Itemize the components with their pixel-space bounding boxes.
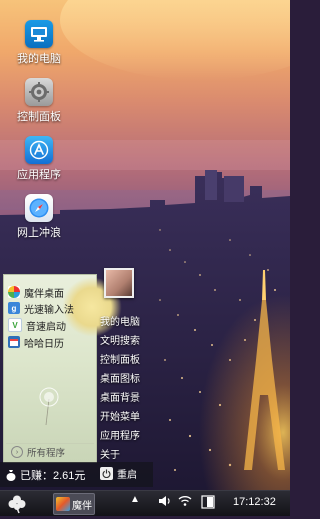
arrow-right-icon: › (11, 446, 23, 458)
link-my-computer[interactable]: 我的电脑 (100, 313, 140, 328)
tray-expand-icon[interactable]: ▲ (130, 494, 140, 505)
taskbar-item-moban[interactable]: 魔伴 (53, 493, 95, 515)
earnings-label: 已赚：2.61元 (20, 470, 86, 482)
program-label: 音速启动 (26, 321, 66, 333)
v-launch-icon: V (8, 318, 22, 332)
app-store-icon (25, 136, 53, 164)
start-menu: 魔伴桌面 g 光速输入法 V 音速启动 哈哈日历 › 所有程序 我的电脑 文明搜… (0, 268, 153, 490)
link-desktop-background[interactable]: 桌面背景 (100, 389, 140, 404)
taskbar-item-label: 魔伴 (72, 500, 92, 512)
settings-icon (25, 78, 53, 106)
dandelion-decoration (39, 387, 59, 425)
desktop-icon-label: 网上冲浪 (17, 227, 61, 239)
program-label: 光速输入法 (24, 304, 74, 316)
start-menu-footer: 已赚：2.61元 重启 (0, 462, 153, 487)
desktop-icon-applications[interactable]: 应用程序 (9, 136, 69, 182)
link-applications[interactable]: 应用程序 (100, 427, 140, 442)
link-about[interactable]: 关于 (100, 446, 120, 461)
desktop-icon-my-computer[interactable]: 我的电脑 (9, 20, 69, 66)
all-programs-button[interactable]: › 所有程序 (6, 443, 94, 460)
wifi-icon[interactable] (178, 494, 192, 511)
link-start-menu[interactable]: 开始菜单 (100, 408, 140, 423)
desktop-icon-label: 应用程序 (17, 169, 61, 181)
pinwheel-icon (8, 286, 20, 298)
compass-icon (25, 194, 53, 222)
calendar-icon (8, 336, 20, 348)
reboot-label: 重启 (117, 470, 137, 481)
start-menu-links-panel: 我的电脑 文明搜索 控制面板 桌面图标 桌面背景 开始菜单 应用程序 关于 (96, 268, 153, 462)
desktop-icon-label: 我的电脑 (17, 53, 61, 65)
taskbar-clock: 17:12:32 (233, 496, 276, 508)
taskbar: 魔伴 ▲ 17:12:32 (0, 490, 290, 516)
earnings-display: 已赚：2.61元 (6, 467, 85, 483)
start-button[interactable] (7, 494, 27, 514)
clover-icon (8, 495, 26, 514)
desktop-icon-label: 控制面板 (17, 111, 61, 123)
link-web-search[interactable]: 文明搜索 (100, 332, 140, 347)
link-control-panel[interactable]: 控制面板 (100, 351, 140, 366)
power-icon (100, 467, 113, 480)
program-label: 哈哈日历 (24, 338, 64, 350)
volume-icon[interactable] (158, 494, 172, 511)
moban-app-icon (56, 497, 70, 511)
money-bag-icon (6, 470, 16, 481)
computer-icon (25, 20, 53, 48)
link-desktop-icons[interactable]: 桌面图标 (100, 370, 140, 385)
g-input-icon: g (8, 302, 20, 314)
desktop-icon-web-browser[interactable]: 网上冲浪 (9, 194, 69, 240)
program-label: 魔伴桌面 (24, 288, 64, 300)
program-item-moban-desktop[interactable]: 魔伴桌面 (8, 284, 64, 300)
desktop-icon-control-panel[interactable]: 控制面板 (9, 78, 69, 124)
reboot-button[interactable]: 重启 (100, 466, 137, 481)
all-programs-label: 所有程序 (27, 448, 66, 459)
battery-icon[interactable] (199, 494, 215, 513)
start-menu-programs-panel: 魔伴桌面 g 光速输入法 V 音速启动 哈哈日历 › 所有程序 (3, 274, 122, 463)
program-item-sonic-launch[interactable]: V 音速启动 (8, 317, 66, 333)
avatar[interactable] (104, 268, 134, 298)
program-item-haha-calendar[interactable]: 哈哈日历 (8, 334, 64, 350)
program-item-lightspeed-ime[interactable]: g 光速输入法 (8, 300, 74, 316)
